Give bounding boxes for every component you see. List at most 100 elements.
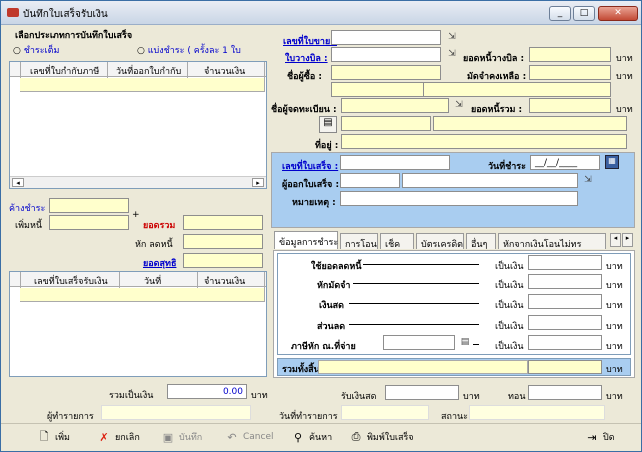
toolbar: 🗋 เพิ่ม ✗ ยกเลิก ▣ บันทึก ↶ Cancel ⚲ ค้นหา ⎙ พ… (1, 423, 641, 451)
print-receipt-label: พิมพ์ใบเสร็จ (367, 433, 414, 443)
minimize-button[interactable]: _ (549, 6, 571, 21)
sum-field[interactable]: 0.00 (167, 384, 247, 399)
total-field[interactable] (183, 215, 263, 230)
address-field-3[interactable] (341, 134, 627, 149)
col-invoice-no: เลขที่ใบกำกับภาษี (30, 67, 100, 77)
tab-other[interactable]: อื่นๆ (466, 233, 496, 250)
search-button[interactable]: ⚲ ค้นหา (291, 428, 332, 446)
maximize-button[interactable]: □ (573, 6, 595, 21)
cash-received-label: รับเงินสด (341, 392, 377, 402)
h-scrollbar[interactable]: ◂ ▸ (10, 176, 266, 188)
tab-credit-card[interactable]: บัตรเครดิต (416, 233, 464, 250)
baht-10: บาท (463, 392, 480, 402)
cancel-button[interactable]: ↶ Cancel (225, 428, 274, 446)
receipt-row[interactable] (20, 288, 264, 302)
calendar-icon[interactable]: ▦ (605, 155, 619, 169)
net-label[interactable]: ยอดสุทธิ (143, 256, 176, 270)
wht-lookup-icon[interactable]: ▤ (459, 337, 471, 348)
radio-partial-label: แบ่งชำระ ( ครั้งละ 1 ใบ (147, 46, 241, 56)
deposit-left-field[interactable] (529, 65, 611, 80)
issuer-name-field[interactable] (402, 173, 578, 188)
pay-date-field[interactable]: __/__/____ (530, 155, 600, 170)
invoice-grid[interactable]: เลขที่ใบกำกับภาษี วันที่ออกใบกำกับ จำนวน… (9, 61, 267, 189)
add-debt-field[interactable] (49, 215, 129, 230)
cash-received-field[interactable] (385, 385, 459, 400)
sale-no-field[interactable] (331, 30, 441, 45)
deposit-field[interactable] (49, 198, 129, 213)
deduct-label: หัก ลดหนี้ (135, 240, 173, 250)
tab-deduct-transfer[interactable]: หักจากเงินโอนไม่ทร (498, 233, 606, 249)
col-invoice-date: วันที่ออกใบกำกับ (116, 67, 182, 77)
save-disk-icon: ▣ (162, 430, 174, 444)
radio-partial-pay[interactable]: ○ แบ่งชำระ ( ครั้งละ 1 ใบ (137, 43, 241, 57)
note-label: หมายเหตุ : (292, 198, 336, 208)
issuer-code-field[interactable] (340, 173, 400, 188)
col-invoice-amount: จำนวนเงิน (204, 67, 246, 77)
note-field[interactable] (340, 191, 578, 206)
col-receipt-date: วันที่ (144, 277, 162, 287)
as-money-2: เป็นเงิน (495, 281, 524, 291)
add-button[interactable]: 🗋 เพิ่ม (37, 428, 70, 446)
bill-amount-field[interactable] (529, 47, 611, 62)
address-label: ที่อยู่ : (315, 141, 339, 151)
address-field-1[interactable] (341, 116, 431, 131)
deposit-amount-field[interactable] (528, 274, 602, 289)
registrant-field[interactable] (341, 98, 449, 113)
receipt-grid[interactable]: เลขที่ใบเสร็จรับเงิน วันที่ จำนวนเงิน (9, 271, 267, 377)
cancel-button-label: Cancel (243, 432, 274, 442)
tab-transfer[interactable]: การโอน (340, 233, 378, 250)
as-money-4: เป็นเงิน (495, 322, 524, 332)
tab-cheque[interactable]: เช็ค (380, 233, 414, 250)
wht-amount-field[interactable] (528, 335, 602, 350)
grand-total-bar: รวมทั้งสิ้น บาท (277, 358, 631, 376)
tab-scroll-left[interactable]: ◂ (610, 233, 621, 247)
discount-amount-field[interactable] (528, 315, 602, 330)
scroll-left-button[interactable]: ◂ (12, 178, 24, 187)
binoculars-icon: ⚲ (293, 430, 303, 444)
baht-8: บาท (606, 342, 623, 352)
close-window-button[interactable]: ✕ (598, 6, 638, 21)
issuer-lookup-icon[interactable]: ⇲ (582, 175, 594, 186)
tab-scroll-right[interactable]: ▸ (622, 233, 633, 247)
registrant-lookup-icon[interactable]: ⇲ (453, 100, 465, 111)
total-label: ยอดรวม (143, 221, 176, 231)
address-field-2[interactable] (433, 116, 627, 131)
wht-rate-field[interactable] (383, 335, 455, 350)
row-wht-label: ภาษีหัก ณ.ที่จ่าย (291, 342, 356, 352)
cash-amount-field[interactable] (528, 294, 602, 309)
receipt-no-field[interactable] (340, 155, 450, 170)
deposit-left-label: มัดจำคงเหลือ : (467, 72, 527, 82)
credit-amount-field[interactable] (528, 255, 602, 270)
pay-date-label: วันที่ชำระ (488, 162, 526, 172)
receipt-no-label[interactable]: เลขที่ใบเสร็จ : (282, 159, 338, 173)
scroll-right-button[interactable]: ▸ (252, 178, 264, 187)
buyer-field-3[interactable] (423, 82, 611, 97)
tab-payment-info[interactable]: ข้อมูลการชำระ (274, 231, 338, 249)
save-button[interactable]: ▣ บันทึก (161, 428, 202, 446)
total-debt-field[interactable] (529, 98, 611, 113)
edit-address-button[interactable]: ▤ (319, 116, 337, 133)
as-money-5: เป็นเงิน (495, 342, 524, 352)
baht-6: บาท (606, 301, 623, 311)
radio-full-label: ชำระเต็ม (23, 46, 60, 56)
bill-lookup-icon[interactable]: ⇲ (446, 49, 458, 60)
radio-full-pay[interactable]: ○ ชำระเต็ม (13, 43, 59, 57)
grand-total-text-field[interactable] (318, 360, 528, 374)
change-field[interactable] (528, 385, 602, 400)
sale-no-label[interactable]: เลขที่ใบขาย : (283, 34, 337, 48)
cancel-record-button[interactable]: ✗ ยกเลิก (97, 428, 139, 446)
print-receipt-button[interactable]: ⎙ พิมพ์ใบเสร็จ (349, 428, 414, 446)
bill-amount-label: ยอดหนี้วางบิล : (463, 54, 525, 64)
baht-1: บาท (616, 54, 633, 64)
close-button[interactable]: ⇥ ปิด (585, 428, 614, 446)
buyer-label: ชื่อผู้ซื้อ : (287, 72, 323, 82)
baht-4: บาท (606, 262, 623, 272)
buyer-field[interactable] (331, 65, 441, 80)
sale-lookup-icon[interactable]: ⇲ (446, 32, 458, 43)
deduct-field[interactable] (183, 234, 263, 249)
invoice-row[interactable] (20, 78, 264, 92)
net-field[interactable] (183, 253, 263, 268)
bill-no-label[interactable]: ใบวางบิล : (285, 51, 328, 65)
grand-total-field[interactable] (528, 360, 602, 374)
bill-no-field[interactable] (331, 47, 441, 62)
